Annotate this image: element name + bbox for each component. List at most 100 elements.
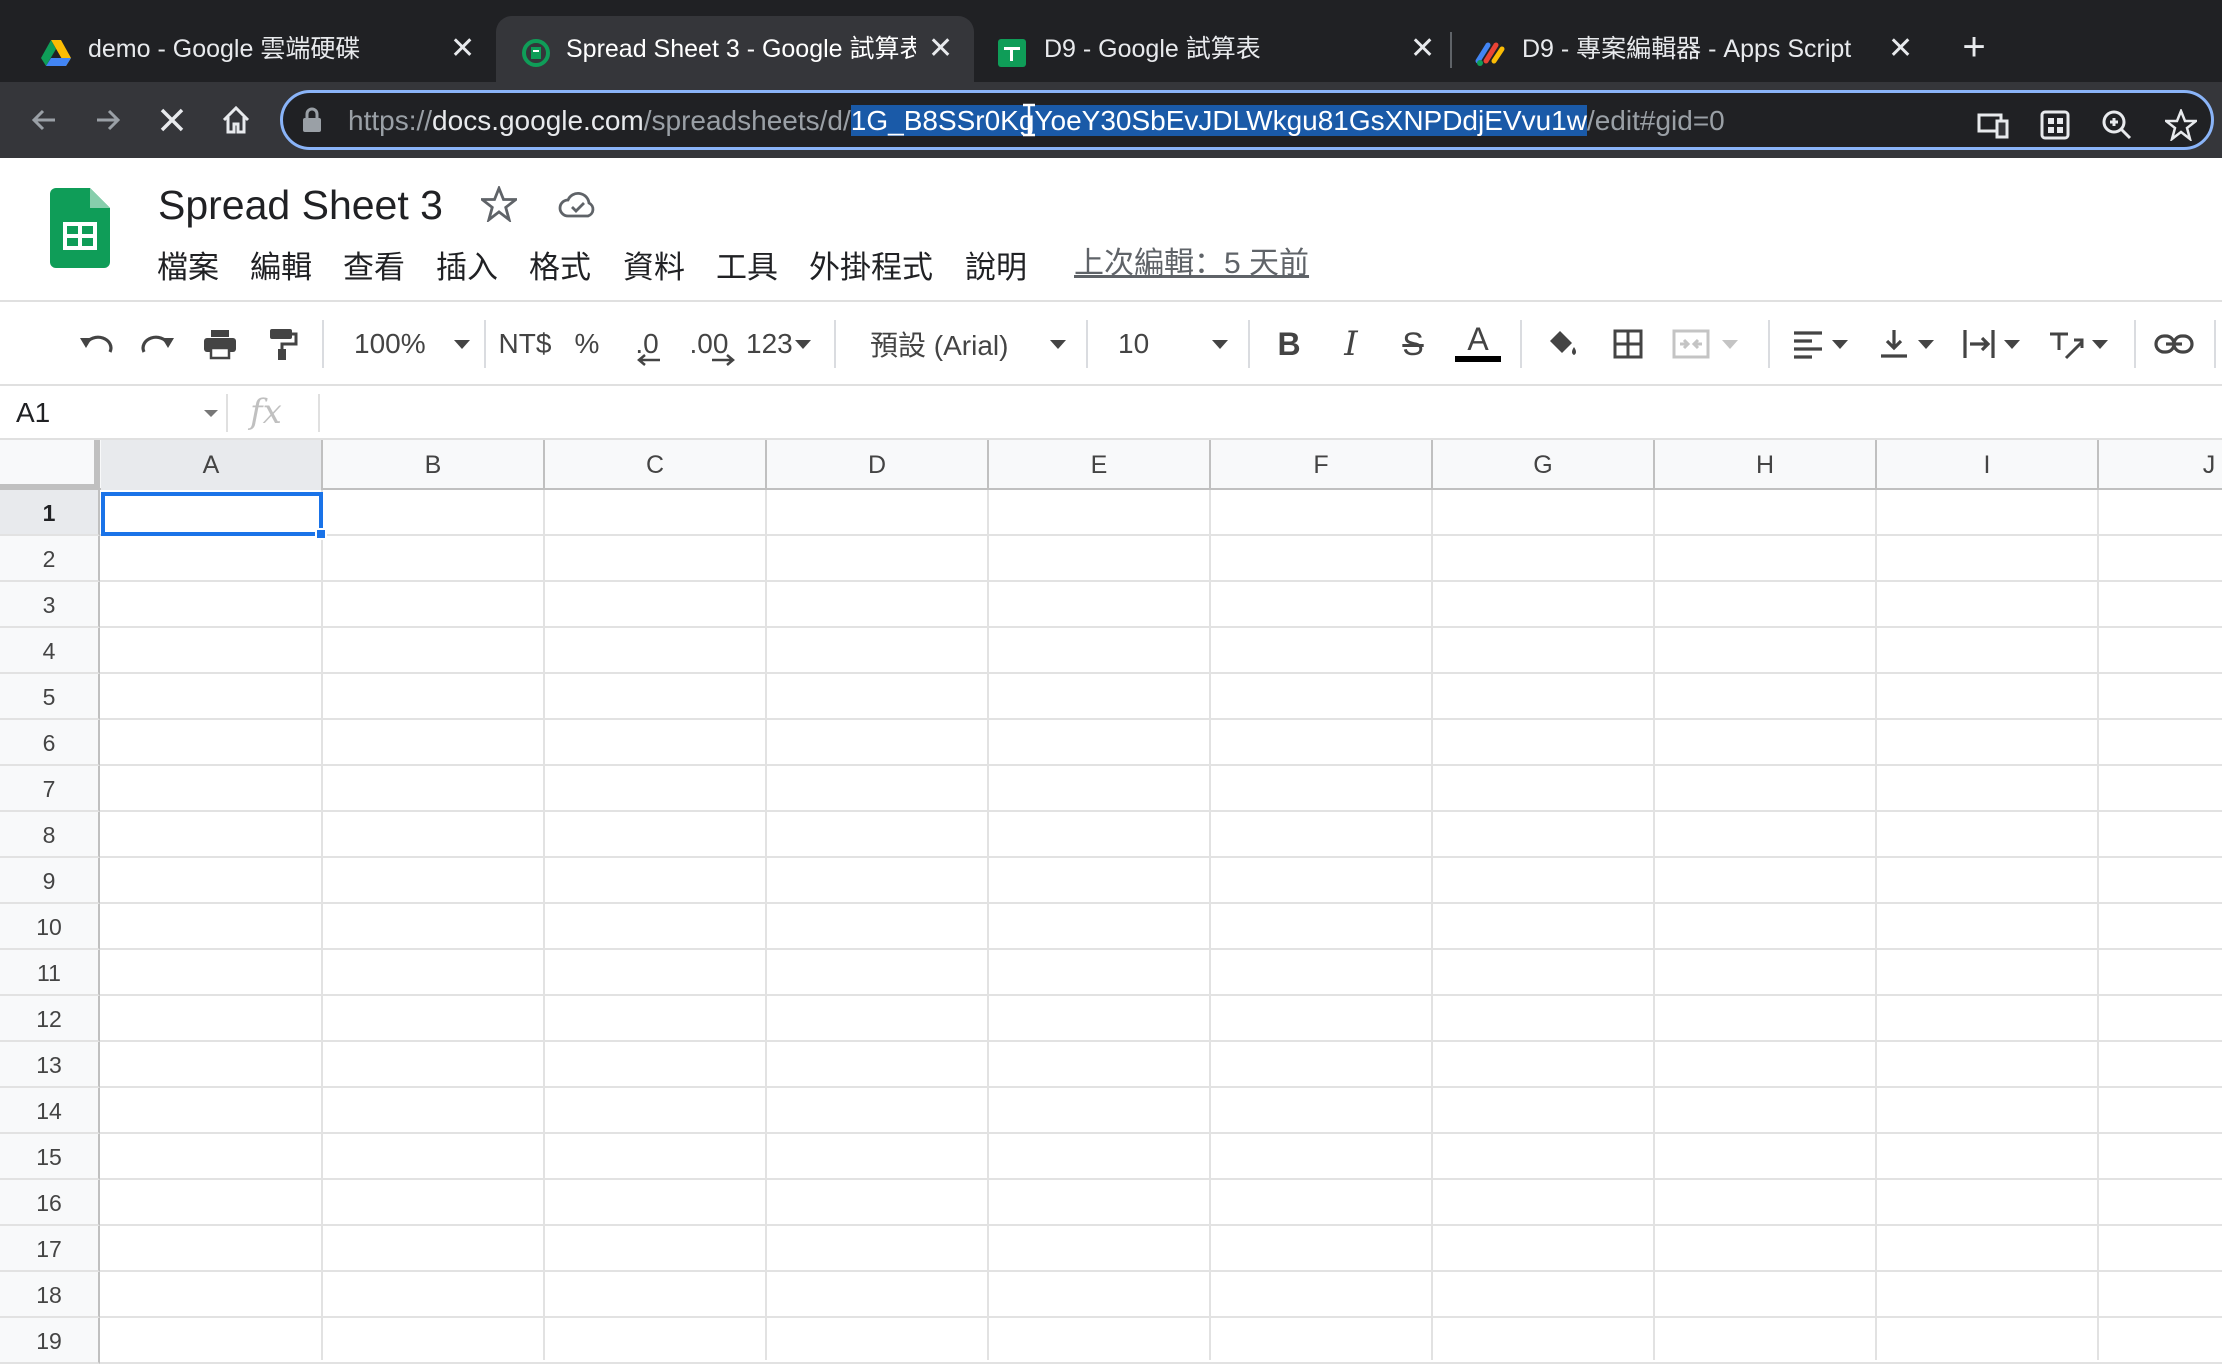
cloud-saved-icon[interactable] bbox=[558, 190, 598, 220]
column-header-d[interactable]: D bbox=[767, 440, 989, 490]
insert-link-button[interactable] bbox=[2152, 324, 2196, 364]
menu-format[interactable]: 格式 bbox=[529, 248, 591, 288]
row-header-13[interactable]: 13 bbox=[0, 1042, 100, 1088]
google-sheets-logo[interactable] bbox=[50, 188, 110, 268]
selected-cell-a1[interactable] bbox=[101, 492, 323, 536]
row-header-7[interactable]: 7 bbox=[0, 766, 100, 812]
toolbar-divider bbox=[322, 320, 324, 368]
address-bar[interactable]: https://docs.google.com/spreadsheets/d/1… bbox=[280, 90, 2214, 150]
spreadsheet-grid[interactable]: A B C D E F G H I J 1 2 3 4 5 6 7 8 9 10 11 12 13 14 15 16 17 18 19 bbox=[0, 440, 2222, 1364]
close-tab-icon[interactable]: ✕ bbox=[1888, 32, 1913, 66]
row-header-17[interactable]: 17 bbox=[0, 1226, 100, 1272]
home-button[interactable] bbox=[212, 96, 260, 144]
menu-help[interactable]: 說明 bbox=[965, 248, 1027, 288]
close-tab-icon[interactable]: ✕ bbox=[928, 32, 953, 66]
sheets-loading-icon bbox=[522, 39, 550, 67]
row-header-14[interactable]: 14 bbox=[0, 1088, 100, 1134]
row-header-8[interactable]: 8 bbox=[0, 812, 100, 858]
column-gridline bbox=[2097, 490, 2099, 1360]
text-wrapping-button[interactable] bbox=[1962, 324, 2028, 364]
menu-insert[interactable]: 插入 bbox=[436, 248, 498, 288]
column-header-e[interactable]: E bbox=[989, 440, 1211, 490]
bookmark-star-icon[interactable] bbox=[2161, 105, 2201, 145]
format-currency-button[interactable]: NT$ bbox=[496, 324, 554, 364]
row-header-5[interactable]: 5 bbox=[0, 674, 100, 720]
formula-input[interactable] bbox=[330, 392, 2210, 432]
cast-device-icon[interactable] bbox=[1973, 105, 2013, 145]
row-header-12[interactable]: 12 bbox=[0, 996, 100, 1042]
increase-decimal-button[interactable]: .00 bbox=[686, 324, 735, 366]
row-header-6[interactable]: 6 bbox=[0, 720, 100, 766]
menu-tools[interactable]: 工具 bbox=[716, 248, 778, 288]
select-all-corner[interactable] bbox=[0, 440, 100, 490]
row-header-3[interactable]: 3 bbox=[0, 582, 100, 628]
install-app-icon[interactable] bbox=[2035, 105, 2075, 145]
text-color-button[interactable]: A bbox=[1454, 318, 1502, 366]
paint-format-button[interactable] bbox=[258, 324, 306, 364]
last-edit-link[interactable]: 上次編輯：5 天前 bbox=[1074, 244, 1309, 284]
strikethrough-button[interactable]: S bbox=[1398, 324, 1428, 364]
row-header-19[interactable]: 19 bbox=[0, 1318, 100, 1364]
more-formats-select[interactable]: 123 bbox=[746, 324, 816, 364]
column-header-c[interactable]: C bbox=[545, 440, 767, 490]
tab-google-drive[interactable]: demo - Google 雲端硬碟 ✕ bbox=[0, 16, 496, 82]
row-header-4[interactable]: 4 bbox=[0, 628, 100, 674]
close-tab-icon[interactable]: ✕ bbox=[450, 32, 475, 66]
new-tab-button[interactable]: + bbox=[1952, 26, 1996, 70]
column-header-f[interactable]: F bbox=[1211, 440, 1433, 490]
row-header-11[interactable]: 11 bbox=[0, 950, 100, 996]
print-button[interactable] bbox=[196, 324, 244, 364]
font-family-select[interactable]: 預設 (Arial) bbox=[870, 324, 1066, 364]
horizontal-align-button[interactable] bbox=[1792, 324, 1856, 364]
tab-apps-script[interactable]: D9 - 專案編輯器 - Apps Script ✕ bbox=[1452, 16, 1932, 82]
forward-button[interactable] bbox=[84, 96, 132, 144]
row-header-16[interactable]: 16 bbox=[0, 1180, 100, 1226]
column-header-a[interactable]: A bbox=[101, 440, 323, 490]
stop-loading-button[interactable] bbox=[148, 96, 196, 144]
menu-view[interactable]: 查看 bbox=[343, 248, 405, 288]
row-gridline bbox=[100, 1270, 2222, 1272]
fill-color-button[interactable] bbox=[1542, 324, 1582, 364]
borders-button[interactable] bbox=[1608, 324, 1648, 364]
google-drive-icon bbox=[41, 40, 71, 66]
format-percent-button[interactable]: % bbox=[570, 324, 604, 364]
vertical-align-button[interactable] bbox=[1878, 324, 1942, 364]
menu-data[interactable]: 資料 bbox=[623, 248, 685, 288]
row-header-15[interactable]: 15 bbox=[0, 1134, 100, 1180]
undo-button[interactable] bbox=[72, 324, 120, 364]
column-header-i[interactable]: I bbox=[1877, 440, 2099, 490]
row-header-1[interactable]: 1 bbox=[0, 490, 100, 536]
borders-icon bbox=[1613, 329, 1643, 359]
toolbar-divider bbox=[1520, 320, 1522, 368]
merge-cells-button[interactable] bbox=[1672, 324, 1744, 364]
tab-d9-sheets[interactable]: D9 - Google 試算表 ✕ bbox=[974, 16, 1452, 82]
chevron-down-icon[interactable] bbox=[204, 410, 218, 417]
column-header-j[interactable]: J bbox=[2099, 440, 2222, 490]
row-header-18[interactable]: 18 bbox=[0, 1272, 100, 1318]
text-rotation-button[interactable] bbox=[2048, 324, 2114, 364]
row-header-10[interactable]: 10 bbox=[0, 904, 100, 950]
column-header-b[interactable]: B bbox=[323, 440, 545, 490]
column-header-g[interactable]: G bbox=[1433, 440, 1655, 490]
zoom-icon[interactable] bbox=[2097, 105, 2137, 145]
star-icon[interactable] bbox=[481, 186, 517, 222]
italic-button[interactable]: I bbox=[1336, 324, 1366, 364]
row-header-9[interactable]: 9 bbox=[0, 858, 100, 904]
menu-file[interactable]: 檔案 bbox=[157, 248, 219, 288]
decrease-decimal-button[interactable]: .0 bbox=[626, 324, 668, 366]
fill-handle[interactable] bbox=[315, 528, 327, 540]
menu-addons[interactable]: 外掛程式 bbox=[809, 248, 933, 288]
document-title[interactable]: Spread Sheet 3 bbox=[158, 180, 443, 230]
back-button[interactable] bbox=[20, 96, 68, 144]
menu-edit[interactable]: 編輯 bbox=[250, 248, 312, 288]
font-size-select[interactable]: 10 bbox=[1118, 324, 1228, 364]
row-header-2[interactable]: 2 bbox=[0, 536, 100, 582]
name-box[interactable]: A1 bbox=[16, 396, 50, 430]
bold-button[interactable]: B bbox=[1272, 324, 1306, 364]
close-tab-icon[interactable]: ✕ bbox=[1410, 32, 1435, 66]
tab-spread-sheet-3[interactable]: Spread Sheet 3 - Google 試算表 ✕ bbox=[496, 16, 974, 82]
zoom-select[interactable]: 100% bbox=[354, 324, 470, 364]
row-gridline bbox=[100, 672, 2222, 674]
column-header-h[interactable]: H bbox=[1655, 440, 1877, 490]
redo-button[interactable] bbox=[134, 324, 182, 364]
